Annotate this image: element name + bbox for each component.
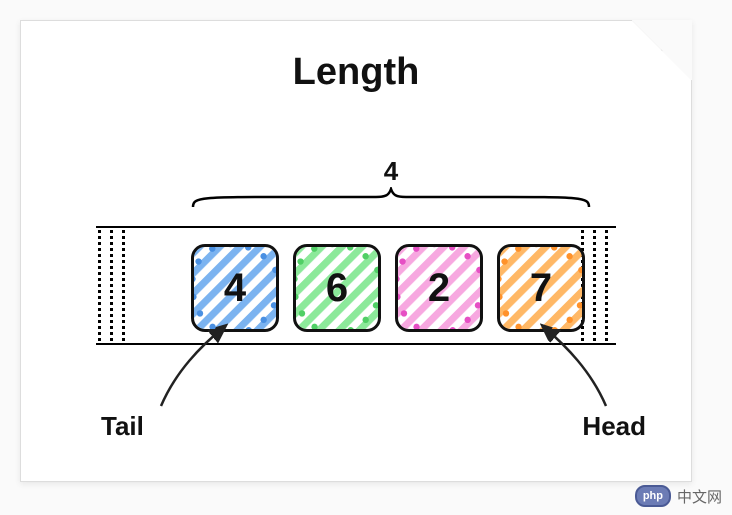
queue-node: 2 (395, 244, 483, 332)
open-edge-left-icon (98, 230, 107, 341)
open-edge-left-icon (110, 230, 119, 341)
curly-brace-icon (191, 187, 591, 209)
tail-label: Tail (101, 411, 144, 442)
node-value: 4 (224, 266, 246, 311)
head-label: Head (582, 411, 646, 442)
diagram-canvas: Length 4 4 6 2 7 Tail (20, 20, 692, 482)
queue-node: 6 (293, 244, 381, 332)
node-list: 4 6 2 7 (191, 244, 585, 332)
watermark-text: 中文网 (677, 486, 722, 507)
length-value: 4 (191, 156, 591, 187)
node-value: 6 (326, 266, 348, 311)
open-edge-left-icon (122, 230, 131, 341)
queue-node: 4 (191, 244, 279, 332)
watermark: php 中文网 (635, 485, 722, 507)
queue-node: 7 (497, 244, 585, 332)
tail-arrow-icon (156, 321, 256, 411)
node-value: 7 (530, 266, 552, 311)
node-value: 2 (428, 266, 450, 311)
length-bracket: 4 (191, 156, 591, 214)
diagram-title: Length (21, 51, 691, 94)
head-arrow-icon (516, 321, 616, 411)
php-badge-icon: php (635, 485, 671, 507)
